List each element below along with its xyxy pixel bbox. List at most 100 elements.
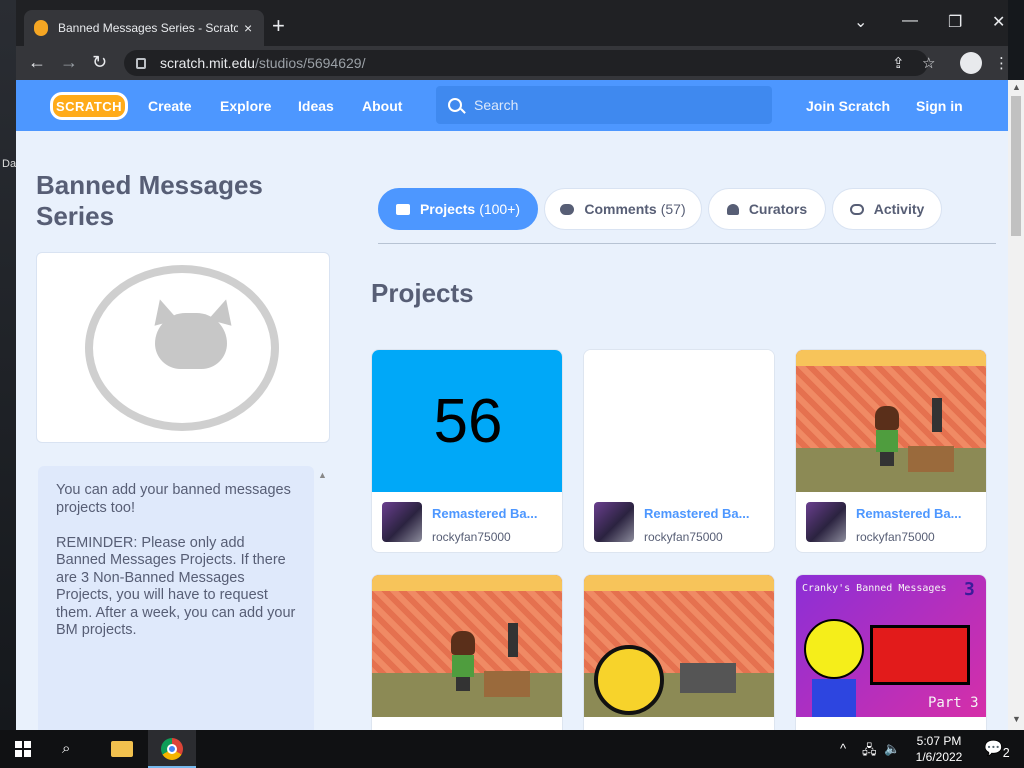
description-scrollbar[interactable]: ▲ [314, 470, 330, 730]
profile-avatar-icon[interactable] [960, 52, 982, 74]
scratch-logo[interactable]: SCRATCH [50, 92, 128, 120]
curators-icon [726, 203, 739, 215]
project-card[interactable] [583, 574, 775, 730]
network-icon[interactable]: 🖧 [862, 741, 877, 763]
browser-toolbar: ← → ↻ scratch.mit.edu/studios/5694629/ ⇪… [16, 46, 1009, 80]
desktop-background [0, 0, 16, 730]
search-input[interactable] [474, 97, 754, 113]
nav-link-ideas[interactable]: Ideas [298, 98, 334, 114]
project-thumbnail[interactable] [584, 575, 774, 717]
project-thumbnail[interactable] [584, 350, 774, 492]
default-cat-icon [85, 265, 279, 431]
project-thumbnail[interactable] [796, 350, 986, 492]
comment-icon [560, 203, 575, 215]
share-icon[interactable]: ⇪ [892, 54, 905, 72]
author-avatar[interactable] [594, 502, 634, 542]
nav-link-explore[interactable]: Explore [220, 98, 271, 114]
search-icon [448, 98, 462, 112]
project-card[interactable] [371, 574, 563, 730]
chrome-taskbar-button[interactable] [148, 730, 196, 768]
tray-chevron-icon[interactable]: ^ [840, 741, 846, 756]
windows-start-icon[interactable] [15, 741, 31, 757]
spiffy-logo [594, 645, 664, 715]
scratch-navbar: SCRATCH Create Explore Ideas About Join … [16, 80, 1008, 131]
scratch-page: SCRATCH Create Explore Ideas About Join … [16, 80, 1008, 730]
join-scratch-link[interactable]: Join Scratch [806, 98, 890, 114]
scroll-down-arrow-icon[interactable]: ▼ [1012, 714, 1021, 724]
desktop-icon-label[interactable]: Da [2, 158, 16, 170]
address-bar[interactable]: scratch.mit.edu/studios/5694629/ [124, 50, 928, 76]
activity-icon [849, 203, 864, 215]
project-author[interactable]: rockyfan75000 [644, 530, 723, 544]
thumbnail-number: 3 [964, 579, 975, 600]
project-card[interactable]: Remastered Ba... rockyfan75000 [795, 349, 987, 553]
system-clock[interactable]: 5:07 PM 1/6/2022 [904, 733, 974, 765]
tab-projects-label: Projects [419, 201, 476, 217]
scrollbar-thumb[interactable] [1011, 96, 1021, 236]
project-card[interactable]: 56 Remastered Ba... rockyfan75000 [371, 349, 563, 553]
restore-button[interactable]: ❐ [948, 12, 962, 32]
project-author[interactable]: rockyfan75000 [432, 530, 511, 544]
nav-link-create[interactable]: Create [148, 98, 192, 114]
reload-icon[interactable]: ↻ [92, 52, 107, 72]
thumbnail-caption: Cranky's Banned Messages [802, 583, 947, 594]
tab-activity-label: Activity [873, 201, 925, 217]
search-bar[interactable] [436, 86, 772, 124]
studio-thumbnail [36, 252, 330, 443]
project-card[interactable]: Cranky's Banned Messages 3 Part 3 [795, 574, 987, 730]
forward-arrow-icon[interactable]: → [60, 52, 78, 72]
project-author[interactable]: rockyfan75000 [856, 530, 935, 544]
angry-face-icon [804, 619, 864, 679]
project-thumbnail[interactable]: 56 [372, 350, 562, 492]
projects-icon [395, 203, 410, 215]
minimize-button[interactable]: — [902, 12, 918, 30]
thumbnail-part: Part 3 [928, 695, 979, 711]
tab-curators[interactable]: Curators [708, 188, 826, 230]
projects-heading: Projects [371, 278, 474, 308]
envelope-icon [870, 625, 970, 685]
file-explorer-icon[interactable] [111, 741, 133, 757]
studio-description: You can add your banned messages project… [38, 466, 314, 730]
chrome-icon [161, 738, 183, 760]
author-avatar[interactable] [382, 502, 422, 542]
url-path: /studios/5694629/ [254, 55, 366, 71]
close-window-button[interactable]: ✕ [992, 12, 1005, 32]
sign-in-link[interactable]: Sign in [916, 98, 963, 114]
thumbnail-text: 56 [433, 387, 503, 456]
project-title[interactable]: Remastered Ba... [856, 506, 980, 521]
project-card[interactable]: Remastered Ba... rockyfan75000 [583, 349, 775, 553]
tab-activity[interactable]: Activity [832, 188, 942, 230]
browser-window: Banned Messages Series - Scratch × + ⌄ —… [16, 0, 1024, 730]
new-tab-button[interactable]: + [272, 14, 285, 38]
url-host: scratch.mit.edu [160, 55, 255, 71]
lock-icon [136, 57, 146, 69]
project-thumbnail[interactable] [372, 575, 562, 717]
nav-link-about[interactable]: About [362, 98, 402, 114]
scroll-up-arrow-icon[interactable]: ▲ [318, 470, 327, 480]
tab-title: Banned Messages Series - Scratch [58, 21, 238, 35]
clock-time: 5:07 PM [916, 734, 962, 748]
page-scrollbar[interactable]: ▲ ▼ [1008, 80, 1024, 730]
clock-date: 1/6/2022 [915, 750, 963, 764]
author-avatar[interactable] [806, 502, 846, 542]
studio-title: Banned Messages Series [36, 170, 263, 231]
scroll-up-arrow-icon[interactable]: ▲ [1012, 82, 1021, 92]
project-title[interactable]: Remastered Ba... [432, 506, 556, 521]
tab-comments[interactable]: Comments (57) [544, 188, 702, 230]
tab-close-icon[interactable]: × [244, 20, 252, 36]
taskbar-search-icon[interactable]: ⌕ [62, 740, 70, 757]
browser-tab-active[interactable]: Banned Messages Series - Scratch × [24, 10, 264, 46]
volume-muted-icon[interactable]: 🔈 [884, 741, 900, 757]
tab-bar: Banned Messages Series - Scratch × + ⌄ —… [16, 0, 1008, 46]
window-menu-icon[interactable]: ⌄ [854, 12, 867, 32]
browser-menu-icon[interactable]: ⋮ [994, 54, 1009, 72]
tab-projects[interactable]: Projects (100+) [378, 188, 538, 230]
back-arrow-icon[interactable]: ← [28, 52, 46, 72]
tab-comments-label: Comments [584, 201, 657, 217]
tab-curators-label: Curators [748, 201, 808, 217]
project-title[interactable]: Remastered Ba... [644, 506, 768, 521]
notification-center-icon[interactable]: 💬2 [984, 739, 1010, 760]
project-thumbnail[interactable]: Cranky's Banned Messages 3 Part 3 [796, 575, 986, 717]
studio-tabs: Projects (100+) Comments (57) Curators A… [378, 188, 996, 244]
bookmark-star-icon[interactable]: ☆ [922, 54, 935, 72]
